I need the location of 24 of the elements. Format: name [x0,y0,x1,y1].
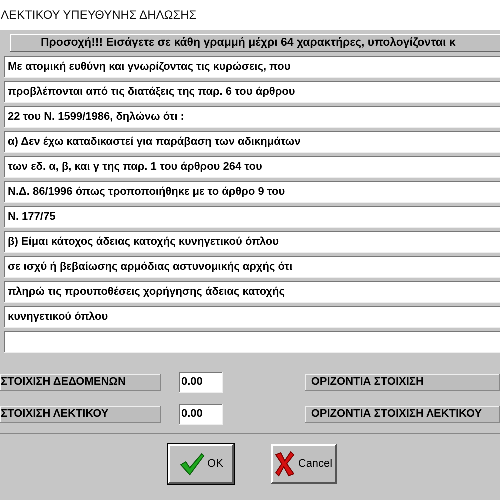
input-field[interactable]: πληρώ τις προυποθέσεις χορήγησης άδειας κατοχής [4,281,500,303]
number-field[interactable]: 0.00 [178,372,224,393]
ok-button[interactable]: OK [168,444,234,484]
input-field[interactable]: προβλέπονται από τις διατάξεις της παρ. 6 του άρθρου [4,81,500,103]
setting-label: ΣΤΟΙΧΙΣΗ ΔΕΔΟΜΕΝΩΝ [0,374,160,391]
checkmark-icon [178,451,205,477]
setting-label: ΟΡΙΖΟΝΤΙΑ ΣΤΟΙΧΙΣΗ ΛΕΚΤΙΚΟΥ [305,406,500,423]
input-field[interactable]: των εδ. α, β, και γ της παρ. 1 του άρθρου 264 του [4,156,500,178]
input-field[interactable] [4,331,500,353]
input-field[interactable]: Με ατομική ευθύνη και γνωρίζοντας τις κυρώσεις, που [4,56,500,78]
input-field[interactable]: β) Είμαι κάτοχος άδειας κατοχής κυνηγετικού όπλου [4,231,500,253]
input-field[interactable]: Ν.Δ. 86/1996 όπως τροποποιήθηκε με το άρθρο 9 του [4,181,500,203]
warning-banner: Προσοχή!!! Εισάγετε σε κάθη γραμμή μέχρι 64 χαρακτήρες, υπολογίζονται κ [10,34,500,52]
setting-label: ΟΡΙΖΟΝΤΙΑ ΣΤΟΙΧΙΣΗ [305,374,500,391]
number-field[interactable]: 0.00 [178,404,224,425]
input-field[interactable]: 22 του Ν. 1599/1986, δηλώνω ότι : [4,106,500,128]
setting-label: ΣΤΟΙΧΙΣΗ ΛΕΚΤΙΚΟΥ [0,406,160,423]
cross-icon [275,451,296,477]
input-field[interactable]: Ν. 177/75 [4,206,500,228]
input-field[interactable]: α) Δεν έχω καταδικαστεί για παράβαση των αδικημάτων [4,131,500,153]
input-field[interactable]: σε ισχύ ή βεβαίωσης αρμόδιας αστυνομικής αρχής ότι [4,256,500,278]
cancel-button[interactable]: Cancel [271,444,337,484]
input-field[interactable]: κυνηγετικού όπλου [4,306,500,328]
window-title: ΛΕΚΤΙΚΟΥ ΥΠΕΥΘΥΝΗΣ ΔΗΛΩΣΗΣ [1,8,197,22]
